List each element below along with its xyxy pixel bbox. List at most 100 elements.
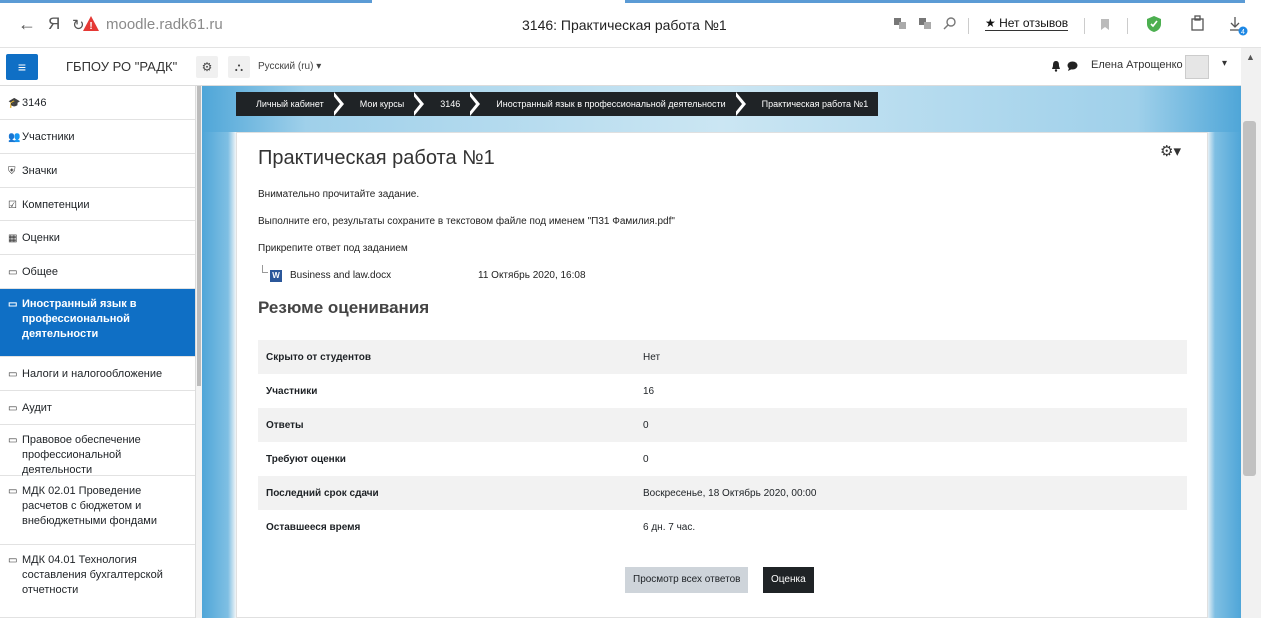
sidebar-item[interactable]: ▭ Правовое обеспечение профессиональной д… — [0, 425, 195, 476]
gear-menu-icon[interactable]: ⚙▾ — [1160, 142, 1181, 160]
sidebar-item-label: Оценки — [22, 232, 60, 244]
messages-icon[interactable] — [1067, 61, 1078, 71]
table-row: Оставшееся время 6 дн. 7 час. — [258, 510, 1187, 544]
user-menu-caret[interactable]: ▾ — [1222, 58, 1227, 69]
word-document-icon[interactable]: W — [270, 270, 282, 282]
sidebar-item-label: Правовое обеспечение профессиональной де… — [22, 434, 141, 476]
toolbar-divider — [968, 18, 969, 34]
warning-icon[interactable]: ! — [82, 15, 100, 32]
svg-text:4: 4 — [1241, 29, 1245, 36]
row-label: Требуют оценки — [266, 453, 346, 465]
intro-line-2: Выполните его, результаты сохраните в те… — [258, 216, 675, 227]
sidebar-item[interactable]: ▭ Налоги и налогообложение — [0, 357, 195, 391]
sidebar-item[interactable]: ☑ Компетенции — [0, 188, 195, 221]
row-label: Скрыто от студентов — [266, 351, 372, 363]
tab-accent — [0, 0, 372, 3]
sidebar-item-label: Значки — [22, 165, 58, 177]
scroll-up-arrow[interactable]: ▲ — [1246, 52, 1255, 62]
extensions-icon[interactable] — [1190, 15, 1206, 32]
sidebar-item-label: Аудит — [22, 402, 52, 414]
breadcrumb-separator — [331, 92, 344, 116]
intro-line-3: Прикрепите ответ под заданием — [258, 243, 408, 254]
breadcrumb-item[interactable]: Практическая работа №1 — [746, 92, 879, 116]
row-label: Ответы — [266, 419, 304, 431]
table-row: Скрыто от студентов Нет — [258, 340, 1187, 374]
row-value: 16 — [643, 385, 655, 397]
breadcrumb-separator — [468, 92, 481, 116]
toolbar-divider — [1084, 18, 1085, 34]
grading-summary-table: Скрыто от студентов Нет Участники 16 Ответы 0… — [258, 340, 1187, 544]
sidebar-item-label: МДК 02.01 Проведение расчетов с бюджетом… — [22, 485, 158, 527]
tab-accent-right — [625, 0, 1245, 3]
protect-shield-icon[interactable] — [1146, 15, 1162, 33]
row-value: Воскресенье, 18 Октябрь 2020, 00:00 — [643, 487, 817, 499]
yandex-logo[interactable]: Я — [48, 14, 60, 34]
table-row: Участники 16 — [258, 374, 1187, 408]
intro-line-1: Внимательно прочитайте задание. — [258, 189, 420, 200]
sidebar-item-label: Компетенции — [22, 199, 90, 211]
site-name-link[interactable]: ГБПОУ РО "РАДК" — [66, 59, 177, 74]
row-value: Нет — [643, 351, 661, 363]
page-title: Практическая работа №1 — [258, 147, 495, 169]
attached-file-link[interactable]: Business and law.docx — [290, 270, 391, 281]
translate-page-icon[interactable] — [918, 16, 932, 30]
sidebar-item-label: 3146 — [22, 97, 47, 109]
sidebar-item[interactable]: ⛨ Значки — [0, 154, 195, 188]
grade-button[interactable]: Оценка — [763, 567, 814, 593]
sidebar-item[interactable]: ▭ Аудит — [0, 391, 195, 425]
address-bar-url[interactable]: moodle.radk61.ru — [106, 16, 223, 33]
folder-icon: ▭ — [8, 486, 18, 497]
avatar[interactable] — [1185, 55, 1209, 79]
toolbar-divider — [1127, 18, 1128, 34]
bookmark-icon[interactable] — [1100, 18, 1110, 31]
shield-icon: ⛨ — [8, 166, 16, 177]
row-value: 6 дн. 7 час. — [643, 521, 696, 533]
breadcrumb-item[interactable]: Иностранный язык в профессиональной деят… — [480, 92, 735, 116]
back-button[interactable]: ← — [18, 14, 36, 34]
folder-icon: ▭ — [8, 435, 18, 446]
sidebar-item[interactable]: ▭ Общее — [0, 255, 195, 289]
settings-cogs-icon[interactable]: ⚙ — [196, 56, 218, 78]
row-label: Последний срок сдачи — [266, 487, 379, 499]
site-navbar: ≡ ГБПОУ РО "РАДК" ⚙ ⛬ Русский (ru) ▾ Еле… — [0, 48, 1241, 86]
sidebar-item[interactable]: ▦ Оценки — [0, 221, 195, 255]
page-title-in-address-bar: 3146: Практическая работа №1 — [522, 17, 727, 33]
sidebar-item[interactable]: 🎓 3146 — [0, 86, 195, 120]
folder-icon: ▭ — [8, 267, 18, 278]
sidebar-item[interactable]: ▭ Иностранный язык в профессиональной дея… — [0, 289, 195, 357]
menu-toggle-button[interactable]: ≡ — [6, 54, 38, 80]
breadcrumb: Личный кабинет Мои курсы 3146 Иностранный я… — [236, 92, 879, 116]
attached-file-date: 11 Октябрь 2020, 16:08 — [478, 270, 586, 281]
breadcrumb-separator — [412, 92, 425, 116]
tree-connector — [262, 265, 268, 273]
table-icon: ▦ — [8, 233, 18, 244]
sidebar-item-label: Налоги и налогообложение — [22, 368, 163, 380]
table-row: Требуют оценки 0 — [258, 442, 1187, 476]
breadcrumb-item[interactable]: 3146 — [424, 92, 470, 116]
view-all-submissions-button[interactable]: Просмотр всех ответов — [625, 567, 749, 593]
folder-icon: ▭ — [8, 369, 18, 380]
sidebar-item[interactable]: ▭ МДК 04.01 Технология составления бухгал… — [0, 545, 195, 618]
sidebar-item[interactable]: 👥 Участники — [0, 120, 195, 154]
translate-icon[interactable] — [893, 16, 907, 30]
sidebar-item-label: МДК 04.01 Технология составления бухгалт… — [22, 554, 163, 596]
browser-toolbar: ← Я ↻ ! moodle.radk61.ru 3146: Практичес… — [0, 0, 1261, 48]
checkbox-icon: ☑ — [8, 200, 17, 211]
row-label: Участники — [266, 385, 318, 397]
reviews-link[interactable]: ★ Нет отзывов — [985, 16, 1069, 31]
bell-icon[interactable] — [1051, 60, 1061, 72]
users-icon: 👥 — [8, 132, 21, 143]
search-icon[interactable] — [943, 16, 957, 30]
page-scrollbar-thumb[interactable] — [1243, 121, 1256, 476]
breadcrumb-item[interactable]: Личный кабинет — [236, 92, 334, 116]
row-label: Оставшееся время — [266, 521, 361, 533]
sidebar-scrollbar-thumb[interactable] — [197, 86, 201, 386]
sitemap-icon[interactable]: ⛬ — [228, 56, 250, 78]
language-menu[interactable]: Русский (ru) ▾ — [258, 61, 321, 72]
folder-icon: ▭ — [8, 555, 18, 566]
sidebar-item[interactable]: ▭ МДК 02.01 Проведение расчетов с бюджето… — [0, 476, 195, 545]
user-name[interactable]: Елена Атрощенко — [1091, 59, 1183, 71]
breadcrumb-item[interactable]: Мои курсы — [344, 92, 415, 116]
downloads-icon[interactable]: 4 — [1227, 14, 1249, 36]
sidebar-item-label: Иностранный язык в профессиональной деят… — [22, 298, 137, 340]
